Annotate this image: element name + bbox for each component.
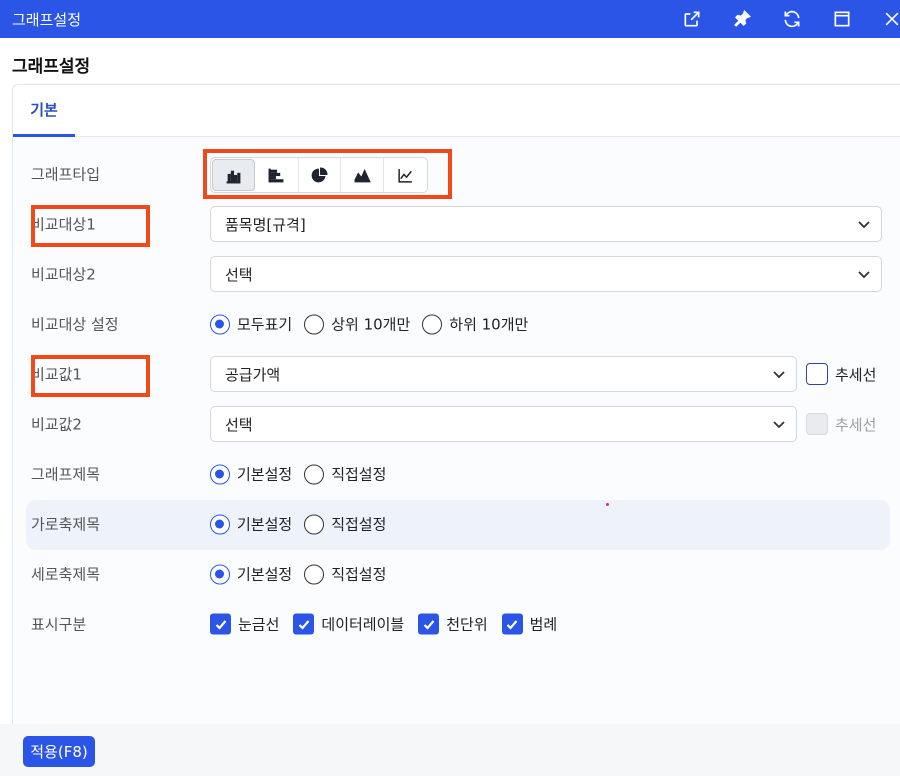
checkbox-box — [806, 413, 828, 435]
row-x-axis-title: 가로축제목 기본설정 직접설정 — [0, 502, 900, 546]
area-chart-icon[interactable] — [341, 158, 385, 192]
checkbox-legend[interactable]: 범례 — [501, 613, 558, 635]
radio-custom[interactable]: 직접설정 — [304, 564, 386, 585]
radio-custom[interactable]: 직접설정 — [304, 514, 386, 535]
tab-basic[interactable]: 기본 — [13, 85, 75, 137]
radio-show-all[interactable]: 모두표기 — [210, 314, 292, 335]
radio-default[interactable]: 기본설정 — [210, 514, 292, 535]
radio-dot — [304, 314, 325, 334]
graph-title-label: 그래프제목 — [31, 465, 101, 484]
compare-target2-select[interactable]: 선택 — [210, 256, 882, 292]
chevron-down-icon — [772, 417, 786, 431]
radio-dot — [304, 464, 325, 484]
radio-label: 직접설정 — [331, 465, 387, 484]
trendline-label: 추세선 — [835, 415, 877, 434]
chevron-down-icon — [857, 217, 871, 231]
y-axis-title-label: 세로축제목 — [31, 565, 101, 584]
radio-top10[interactable]: 상위 10개만 — [304, 314, 410, 335]
trendline-checkbox-1[interactable]: 추세선 — [806, 363, 876, 385]
row-compare-setting: 비교대상 설정 모두표기 상위 10개만 하위 10개만 — [0, 302, 900, 346]
line-chart-icon[interactable] — [384, 158, 427, 192]
external-link-icon[interactable] — [680, 7, 704, 31]
chevron-down-icon — [772, 367, 786, 381]
radio-default[interactable]: 기본설정 — [210, 564, 292, 585]
checkbox-gridlines[interactable]: 눈금선 — [210, 613, 280, 635]
window-titlebar: 그래프설정 — [0, 0, 900, 38]
tab-bar: 기본 — [13, 85, 900, 137]
pin-icon[interactable] — [730, 7, 754, 31]
graph-title-radios: 기본설정 직접설정 — [210, 464, 398, 485]
radio-default[interactable]: 기본설정 — [210, 464, 292, 485]
check-icon — [210, 613, 231, 635]
radio-dot — [210, 464, 230, 484]
x-axis-title-label: 가로축제목 — [31, 515, 101, 534]
radio-dot — [210, 314, 230, 334]
row-chart-type: 그래프타입 — [0, 152, 900, 196]
close-icon[interactable] — [880, 7, 900, 31]
compare-setting-radios: 모두표기 상위 10개만 하위 10개만 — [210, 314, 540, 335]
compare-value1-label: 비교값1 — [31, 365, 82, 384]
checkbox-label: 천단위 — [446, 615, 488, 634]
chevron-down-icon — [857, 267, 871, 281]
compare-target2-value: 선택 — [225, 265, 253, 284]
checkbox-label: 눈금선 — [238, 615, 280, 634]
x-axis-title-radios: 기본설정 직접설정 — [210, 514, 398, 535]
footer-bar — [0, 724, 900, 776]
bar-chart-icon[interactable] — [212, 159, 255, 191]
row-graph-title: 그래프제목 기본설정 직접설정 — [0, 452, 900, 496]
compare-value1-value: 공급가액 — [225, 365, 281, 384]
stray-dot — [606, 503, 609, 506]
row-display: 표시구분 눈금선 데이터레이블 천단위 범례 — [0, 602, 900, 646]
display-checkboxes: 눈금선 데이터레이블 천단위 범례 — [210, 613, 571, 635]
display-label: 표시구분 — [31, 615, 87, 634]
radio-label: 기본설정 — [237, 515, 293, 534]
radio-label: 상위 10개만 — [331, 315, 411, 334]
radio-label: 기본설정 — [237, 565, 293, 584]
trendline-checkbox-2: 추세선 — [806, 413, 876, 435]
radio-dot — [210, 564, 230, 584]
compare-target1-label: 비교대상1 — [31, 215, 96, 234]
compare-value2-select[interactable]: 선택 — [210, 406, 797, 442]
checkbox-data-labels[interactable]: 데이터레이블 — [293, 613, 405, 635]
radio-dot — [422, 314, 443, 334]
radio-label: 직접설정 — [331, 515, 387, 534]
check-icon — [293, 613, 315, 635]
radio-label: 모두표기 — [237, 315, 293, 334]
check-icon — [501, 613, 523, 635]
checkbox-thousands[interactable]: 천단위 — [418, 613, 488, 635]
radio-dot — [304, 514, 325, 534]
refresh-icon[interactable] — [780, 7, 804, 31]
compare-target2-label: 비교대상2 — [31, 265, 96, 284]
compare-value1-select[interactable]: 공급가액 — [210, 356, 797, 392]
compare-value2-label: 비교값2 — [31, 415, 82, 434]
chart-type-selector — [210, 157, 428, 193]
compare-value2-value: 선택 — [225, 415, 253, 434]
maximize-icon[interactable] — [830, 7, 854, 31]
window-title: 그래프설정 — [12, 11, 82, 29]
y-axis-title-radios: 기본설정 직접설정 — [210, 564, 398, 585]
radio-dot — [304, 564, 325, 584]
radio-label: 하위 10개만 — [449, 315, 529, 334]
page-title: 그래프설정 — [12, 57, 91, 77]
compare-target1-select[interactable]: 품목명[규격] — [210, 206, 882, 242]
chart-type-label: 그래프타입 — [31, 165, 101, 184]
checkbox-label: 데이터레이블 — [321, 615, 405, 634]
check-icon — [418, 613, 440, 635]
compare-setting-label: 비교대상 설정 — [31, 315, 119, 334]
checkbox-box — [806, 363, 828, 385]
apply-button[interactable]: 적용(F8) — [23, 736, 95, 767]
checkbox-label: 범례 — [529, 615, 558, 634]
pie-chart-icon[interactable] — [299, 158, 342, 192]
row-y-axis-title: 세로축제목 기본설정 직접설정 — [0, 552, 900, 596]
trendline-label: 추세선 — [835, 365, 877, 384]
radio-label: 기본설정 — [237, 465, 293, 484]
radio-custom[interactable]: 직접설정 — [304, 464, 386, 485]
radio-label: 직접설정 — [331, 565, 387, 584]
radio-bottom10[interactable]: 하위 10개만 — [422, 314, 528, 335]
radio-dot — [210, 514, 230, 534]
horizontal-bar-chart-icon[interactable] — [256, 158, 299, 192]
compare-target1-value: 품목명[규격] — [225, 215, 306, 234]
